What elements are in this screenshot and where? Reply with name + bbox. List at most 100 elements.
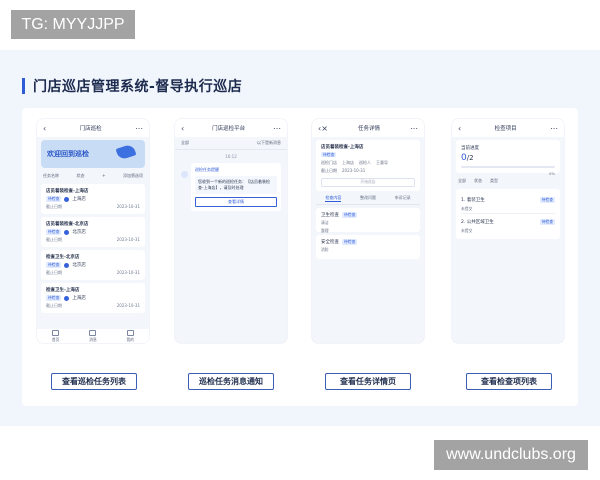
detail-task-title: 店员着装检查-上海店 bbox=[321, 145, 364, 150]
bottom-tab-bar: 首页 消息 我的 bbox=[37, 329, 149, 343]
filter-status[interactable]: 状态 bbox=[77, 173, 85, 179]
subtab-appeal[interactable]: 申诉记录 bbox=[395, 195, 411, 202]
store-icon bbox=[64, 262, 70, 268]
progress-percent: 0% bbox=[548, 171, 555, 176]
check-item-name: 卫生检查 bbox=[321, 213, 339, 218]
store-label: 巡检门店 bbox=[321, 160, 337, 165]
task-list-topbar: ‹ 门店巡检 ⋯ bbox=[37, 119, 149, 137]
detail-subtabs: 检查内容 整改问题 申诉记录 bbox=[316, 195, 420, 205]
status-badge: 待检查 bbox=[342, 212, 358, 218]
list-item[interactable]: 1. 着装卫生 待检查 未提交 bbox=[461, 192, 555, 214]
message-card-head: 巡检任务提醒 bbox=[195, 167, 219, 172]
welcome-banner: 欢迎回到巡检 bbox=[41, 140, 145, 168]
task-card-date: 2023-10-31 bbox=[116, 270, 140, 275]
profile-icon bbox=[126, 329, 134, 336]
task-card-title: 店员着装检查-北京店 bbox=[46, 222, 89, 227]
filter-type[interactable]: 类型 bbox=[490, 178, 498, 184]
caption-checklist[interactable]: 查看检查项列表 bbox=[466, 373, 552, 390]
store-icon bbox=[64, 229, 70, 235]
filter-status[interactable]: 状态 bbox=[474, 178, 482, 184]
message-new-hint[interactable]: 以下是新消息 bbox=[257, 140, 281, 146]
detail-summary-card: 店员着装检查-上海店 待检查 巡检门店 上海店 巡检人 王督导 截止日期 202… bbox=[316, 140, 420, 191]
status-badge: 待检查 bbox=[342, 239, 358, 245]
checklist-filters: 全部 状态 类型 bbox=[452, 176, 564, 186]
more-icon[interactable]: ⋯ bbox=[410, 124, 418, 133]
status-badge: 待检查 bbox=[46, 229, 62, 235]
person-value: 王督导 bbox=[376, 160, 388, 165]
store-icon bbox=[64, 196, 70, 202]
check-item-name: 安全检查 bbox=[321, 240, 339, 245]
filter-add[interactable]: 添加筛选项 bbox=[123, 173, 143, 179]
check-item-sub: 消防 bbox=[321, 247, 329, 252]
task-card-foot-label: 截止日期 bbox=[46, 270, 62, 275]
filter-plus[interactable]: + bbox=[102, 173, 105, 179]
checklist-topbar: ‹ 检查项目 ⋯ bbox=[452, 119, 564, 137]
task-card-title: 检查卫生-上海店 bbox=[46, 288, 80, 293]
store-value: 上海店 bbox=[342, 160, 354, 165]
status-badge: 待检查 bbox=[539, 197, 555, 203]
heading-accent-bar bbox=[22, 78, 25, 94]
detail-topbar: ‹ × 任务详情 ⋯ bbox=[312, 119, 424, 137]
bottom-watermark: www.undclubs.org bbox=[434, 440, 588, 470]
task-card-title: 检查卫生-北京店 bbox=[46, 255, 80, 260]
list-item-sub: 未提交 bbox=[461, 206, 473, 211]
phone-task-list: ‹ 门店巡检 ⋯ 欢迎回到巡检 任务名称 状态 + 添加筛选项 店员着装检查-上… bbox=[37, 119, 149, 343]
task-card-date: 2023-10-31 bbox=[116, 303, 140, 308]
welcome-text: 欢迎回到巡检 bbox=[47, 150, 89, 158]
task-card-title: 店员着装检查-上海店 bbox=[46, 189, 89, 194]
more-icon[interactable]: ⋯ bbox=[550, 124, 558, 133]
task-card-date: 2023-10-31 bbox=[116, 204, 140, 209]
caption-message-notice[interactable]: 巡检任务消息通知 bbox=[188, 373, 274, 390]
progress-total: 2 bbox=[469, 154, 474, 162]
status-badge: 待检查 bbox=[46, 196, 62, 202]
start-inspection-field[interactable]: 开始巡店 bbox=[321, 178, 415, 187]
progress-count: 0/2 bbox=[461, 153, 474, 163]
more-icon[interactable]: ⋯ bbox=[273, 124, 281, 133]
status-badge: 待检查 bbox=[46, 295, 62, 301]
deadline-value: 2023-10-31 bbox=[342, 168, 366, 173]
check-item-card[interactable]: 安全检查 待检查 消防 bbox=[316, 235, 420, 259]
message-card: 巡检任务提醒 您收到一个新的巡检任务：【店员着装检查-上海店】，请及时处理 查看… bbox=[191, 163, 281, 211]
caption-task-list[interactable]: 查看巡检任务列表 bbox=[51, 373, 137, 390]
task-card[interactable]: 检查卫生-北京店 待检查 北京店 截止日期 2023-10-31 bbox=[41, 250, 145, 280]
task-card-store: 上海店 bbox=[72, 296, 86, 301]
task-card-store: 北京店 bbox=[72, 230, 86, 235]
status-badge: 待检查 bbox=[321, 152, 337, 157]
list-item[interactable]: 2. 公共区域卫生 待检查 未提交 bbox=[461, 214, 555, 236]
progress-label: 当前进度 bbox=[461, 146, 479, 151]
checklist-title: 检查项目 bbox=[494, 126, 517, 132]
message-card-body: 您收到一个新的巡检任务：【店员着装检查-上海店】，请及时处理 bbox=[195, 176, 277, 194]
caption-task-detail[interactable]: 查看任务详情页 bbox=[325, 373, 411, 390]
status-badge: 待检查 bbox=[539, 219, 555, 225]
progress-bar bbox=[461, 166, 555, 168]
task-card[interactable]: 店员着装检查-北京店 待检查 北京店 截止日期 2023-10-31 bbox=[41, 217, 145, 247]
view-detail-button[interactable]: 查看详情 bbox=[195, 197, 277, 207]
tab-home[interactable]: 首页 bbox=[52, 329, 60, 343]
filter-all[interactable]: 全部 bbox=[458, 178, 466, 184]
task-card-foot-label: 截止日期 bbox=[46, 303, 62, 308]
message-title: 门店巡检平台 bbox=[212, 126, 246, 132]
message-time: 16:12 bbox=[225, 154, 237, 159]
more-icon[interactable]: ⋯ bbox=[135, 124, 143, 133]
task-card[interactable]: 检查卫生-上海店 待检查 上海店 截止日期 2023-10-31 bbox=[41, 283, 145, 313]
filter-task-name[interactable]: 任务名称 bbox=[43, 173, 59, 179]
bot-avatar-icon bbox=[181, 171, 188, 178]
check-item-sub: 清洁 bbox=[321, 220, 329, 225]
task-card-foot-label: 截止日期 bbox=[46, 204, 62, 209]
task-card[interactable]: 店员着装检查-上海店 待检查 上海店 截止日期 2023-10-31 bbox=[41, 184, 145, 214]
message-tab-all[interactable]: 全部 bbox=[181, 140, 189, 146]
subtab-check-content[interactable]: 检查内容 bbox=[325, 195, 342, 202]
tab-messages[interactable]: 消息 bbox=[89, 329, 97, 343]
status-badge: 待检查 bbox=[46, 262, 62, 268]
home-icon bbox=[52, 329, 60, 336]
tab-profile[interactable]: 我的 bbox=[126, 329, 134, 343]
close-icon[interactable]: × bbox=[321, 124, 328, 133]
list-item-name: 1. 着装卫生 bbox=[461, 198, 485, 203]
task-card-date: 2023-10-31 bbox=[116, 237, 140, 242]
check-item-card[interactable]: 卫生检查 待检查 清洁 整理 bbox=[316, 208, 420, 233]
check-item-sub: 整理 bbox=[321, 228, 329, 233]
phone-checklist: ‹ 检查项目 ⋯ 当前进度 0/2 0% 全部 状态 类型 1. 着装卫生 待检… bbox=[452, 119, 564, 343]
tab-messages-label: 消息 bbox=[89, 336, 97, 342]
message-icon bbox=[89, 329, 97, 336]
subtab-rectify[interactable]: 整改问题 bbox=[360, 195, 376, 202]
